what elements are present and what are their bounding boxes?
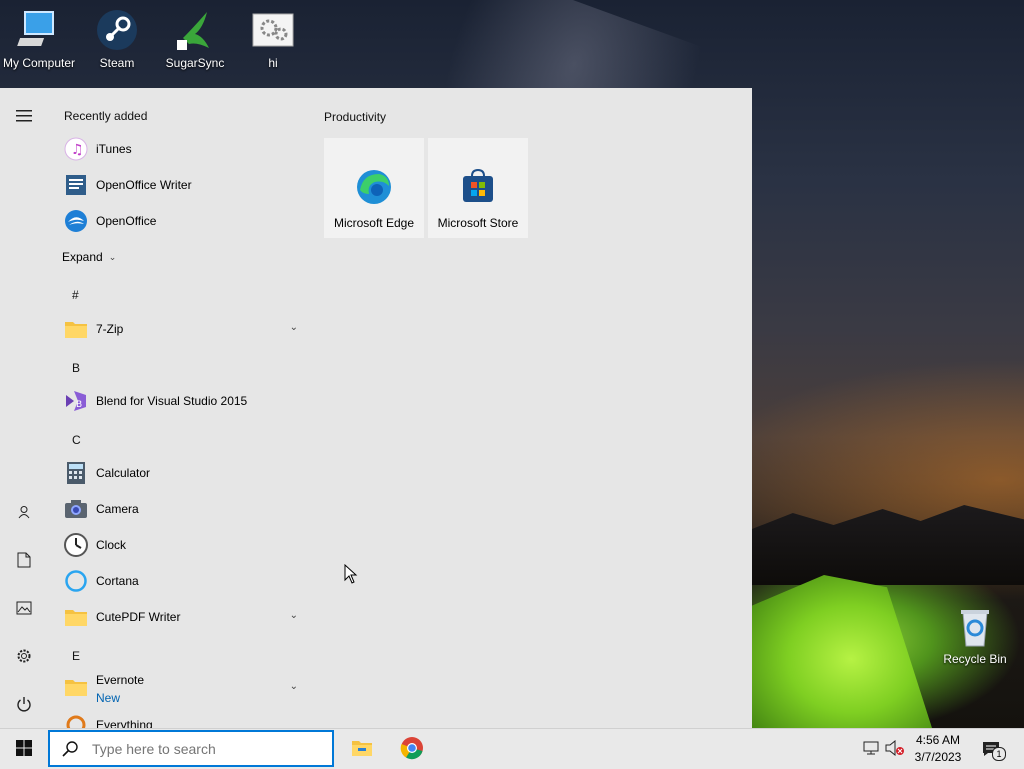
edge-icon <box>355 168 393 206</box>
everything-icon <box>64 713 88 728</box>
app-calculator[interactable]: Calculator <box>64 458 304 488</box>
settings-gear-icon[interactable] <box>12 644 36 668</box>
chevron-down-icon[interactable]: ⌄ <box>290 322 298 333</box>
power-icon[interactable] <box>12 692 36 716</box>
network-icon <box>862 740 880 759</box>
app-camera[interactable]: Camera <box>64 494 304 524</box>
steam-icon <box>95 8 139 52</box>
computer-icon <box>17 8 61 52</box>
start-menu: Recently added ♫ iTunes OpenOffice Write… <box>0 88 752 728</box>
notification-icon: 1 <box>982 739 1006 761</box>
desktop-icon-steam[interactable]: Steam <box>78 0 156 70</box>
app-blend[interactable]: B Blend for Visual Studio 2015 <box>64 386 304 416</box>
openoffice-icon <box>64 209 88 233</box>
clock-time: 4:56 AM <box>915 733 961 747</box>
tiles-group-heading[interactable]: Productivity <box>324 110 386 124</box>
taskbar-file-explorer[interactable] <box>338 729 386 769</box>
hamburger-menu-icon[interactable] <box>12 104 36 128</box>
taskbar-chrome[interactable] <box>388 729 436 769</box>
app-everything[interactable]: Everything <box>64 710 304 728</box>
app-clock[interactable]: Clock <box>64 530 304 560</box>
chrome-icon <box>400 736 424 763</box>
app-7-zip[interactable]: 7-Zip ⌄ <box>64 314 304 344</box>
search-box[interactable] <box>48 730 334 767</box>
taskbar: 4:56 AM 3/7/2023 1 <box>0 728 1024 769</box>
windows-logo-icon <box>16 739 32 759</box>
search-icon <box>50 740 90 757</box>
group-letter-e[interactable]: E <box>72 649 80 663</box>
desktop-icon-my-computer[interactable]: My Computer <box>0 0 78 70</box>
tray-volume[interactable] <box>884 729 906 769</box>
recently-added-heading: Recently added <box>64 109 148 123</box>
action-center-button[interactable]: 1 <box>978 729 1008 769</box>
documents-icon[interactable] <box>12 548 36 572</box>
app-openoffice-writer[interactable]: OpenOffice Writer <box>64 170 304 200</box>
search-input[interactable] <box>90 739 324 758</box>
clock-icon <box>64 533 88 557</box>
tile-microsoft-edge[interactable]: Microsoft Edge <box>324 138 424 238</box>
desktop-icon-hi[interactable]: hi <box>234 0 312 70</box>
folder-icon <box>64 605 88 629</box>
folder-icon <box>64 317 88 341</box>
volume-muted-icon <box>885 739 905 759</box>
app-cortana[interactable]: Cortana <box>64 566 304 596</box>
tray-network[interactable] <box>860 729 882 769</box>
group-letter-b[interactable]: B <box>72 361 80 375</box>
file-explorer-icon <box>351 739 373 760</box>
store-icon <box>459 168 497 206</box>
svg-text:♫: ♫ <box>71 142 84 158</box>
app-list: Recently added ♫ iTunes OpenOffice Write… <box>48 88 312 728</box>
tile-microsoft-store[interactable]: Microsoft Store <box>428 138 528 238</box>
glowing-tent <box>752 575 932 728</box>
taskbar-clock[interactable]: 4:56 AM 3/7/2023 <box>906 732 970 766</box>
expand-button[interactable]: Expand ⌄ <box>62 242 142 272</box>
pictures-icon[interactable] <box>12 596 36 620</box>
itunes-icon: ♫ <box>64 137 88 161</box>
desktop-icon-sugarsync[interactable]: SugarSync <box>156 0 234 70</box>
camera-icon <box>64 497 88 521</box>
mountain-silhouette <box>752 505 1024 585</box>
calculator-icon <box>64 461 88 485</box>
notification-count-badge: 1 <box>992 747 1006 761</box>
start-rail <box>0 88 48 728</box>
cortana-icon <box>64 569 88 593</box>
gears-window-icon <box>251 8 295 52</box>
clock-date: 3/7/2023 <box>914 750 962 764</box>
app-openoffice[interactable]: OpenOffice <box>64 206 304 236</box>
group-letter-c[interactable]: C <box>72 433 81 447</box>
recycle-bin-icon <box>953 604 997 648</box>
svg-text:B: B <box>76 400 82 410</box>
chevron-down-icon[interactable]: ⌄ <box>290 610 298 621</box>
new-badge: New <box>96 691 121 705</box>
desktop-icon-recycle-bin[interactable]: Recycle Bin <box>936 596 1014 666</box>
start-button[interactable] <box>0 729 48 769</box>
sugarsync-icon <box>173 8 217 52</box>
openoffice-writer-icon <box>64 173 88 197</box>
folder-icon <box>64 675 88 699</box>
mouse-cursor-icon <box>344 563 358 587</box>
app-itunes[interactable]: ♫ iTunes <box>64 134 304 164</box>
app-cutepdf-writer[interactable]: CutePDF Writer ⌄ <box>64 602 304 632</box>
user-icon[interactable] <box>12 500 36 524</box>
chevron-down-icon: ⌄ <box>108 251 117 262</box>
blend-icon: B <box>64 389 88 413</box>
chevron-down-icon[interactable]: ⌄ <box>290 681 298 692</box>
group-letter-hash[interactable]: # <box>72 288 79 302</box>
